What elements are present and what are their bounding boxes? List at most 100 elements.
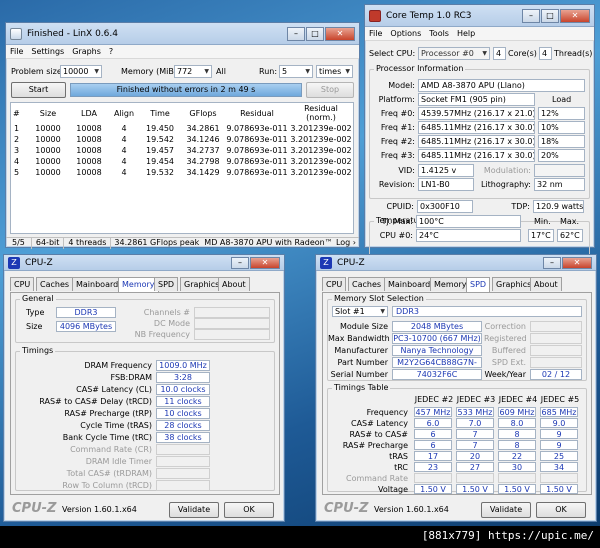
- tab-memory[interactable]: Memory: [118, 277, 159, 292]
- ok-button[interactable]: OK: [536, 502, 586, 518]
- menu-settings[interactable]: Settings: [31, 47, 64, 56]
- table-cell: 19.450: [146, 124, 174, 133]
- tab-memory[interactable]: Memory: [430, 277, 471, 291]
- minimize-button[interactable]: –: [231, 256, 249, 269]
- table-row[interactable]: 3 10000 10008 4 19.457 34.2737 9.078693e-011 3.…: [11, 145, 353, 156]
- problem-size-input[interactable]: 10000: [60, 65, 102, 78]
- problem-size-label: Problem size:: [11, 67, 65, 76]
- group-title: General: [20, 294, 56, 303]
- menu-graphs[interactable]: Graphs: [72, 47, 101, 56]
- jedec-row-label: CAS# Latency: [350, 419, 408, 428]
- close-button[interactable]: ✕: [325, 26, 355, 41]
- tab-cpu[interactable]: CPU: [10, 277, 35, 291]
- channels-label: Channels #: [143, 308, 190, 317]
- menu-tools[interactable]: Tools: [429, 29, 449, 38]
- select-cpu-dropdown[interactable]: Processor #0: [418, 47, 490, 60]
- col-header[interactable]: Residual: [225, 103, 289, 123]
- table-row[interactable]: 5 10000 10008 4 19.532 34.1429 9.078693e-011 3.…: [11, 167, 353, 178]
- table-cell: 1: [14, 124, 20, 133]
- table-cell: 10008: [76, 124, 102, 133]
- slot-select[interactable]: Slot #1: [332, 306, 388, 317]
- table-cell: 10000: [35, 124, 61, 133]
- table-cell: 3.201239e-002: [290, 146, 352, 155]
- log-toggle[interactable]: Log ›: [333, 238, 359, 249]
- registered-value: [530, 333, 582, 344]
- linx-titlebar[interactable]: Finished - LinX 0.6.4 – □ ✕: [6, 23, 359, 45]
- validate-button[interactable]: Validate: [169, 502, 219, 518]
- tab-graphics[interactable]: Graphics: [180, 277, 224, 291]
- menu-help[interactable]: Help: [457, 29, 475, 38]
- col-header[interactable]: #: [11, 103, 27, 123]
- start-button[interactable]: Start: [11, 82, 66, 98]
- run-unit-select[interactable]: times: [316, 65, 353, 78]
- jedec-value: 23: [414, 462, 452, 472]
- timing-label: CAS# Latency (CL): [76, 385, 152, 394]
- col-header[interactable]: Time: [139, 103, 181, 123]
- jedec-value: [540, 473, 578, 483]
- version-text: Version 1.60.1.x64: [374, 505, 449, 514]
- size-label: Size: [26, 322, 43, 331]
- minimize-button[interactable]: –: [287, 26, 305, 41]
- memory-input[interactable]: 772: [174, 65, 212, 78]
- menu-file[interactable]: File: [369, 29, 382, 38]
- col-header[interactable]: LDA: [69, 103, 109, 123]
- tab-spd[interactable]: SPD: [154, 277, 179, 291]
- timing-value: [156, 456, 210, 467]
- close-button[interactable]: ✕: [562, 256, 592, 269]
- type-value: DDR3: [56, 307, 116, 318]
- tab-cpu[interactable]: CPU: [322, 277, 347, 291]
- jedec-value: 9: [540, 440, 578, 450]
- tab-spd[interactable]: SPD: [466, 277, 491, 292]
- validate-button[interactable]: Validate: [481, 502, 531, 518]
- jedec-value: 20: [456, 451, 494, 461]
- tab-about[interactable]: About: [218, 277, 250, 291]
- tab-mainboard[interactable]: Mainboard: [384, 277, 435, 291]
- table-row[interactable]: 1 10000 10008 4 19.450 34.2861 9.078693e-011 3.…: [11, 123, 353, 134]
- maximize-button[interactable]: □: [306, 26, 324, 41]
- ok-button[interactable]: OK: [224, 502, 274, 518]
- load-header: Load: [552, 95, 572, 104]
- coretemp-titlebar[interactable]: Core Temp 1.0 RC3 – □ ✕: [365, 5, 594, 27]
- timing-value: 11 clocks: [156, 396, 210, 407]
- run-count-input[interactable]: 5: [279, 65, 313, 78]
- dcmode-value: [194, 318, 270, 329]
- col-header[interactable]: Residual (norm.): [289, 103, 353, 123]
- tab-graphics[interactable]: Graphics: [492, 277, 536, 291]
- channels-value: [194, 307, 270, 318]
- cpuz-titlebar[interactable]: Z CPU-Z – ✕: [316, 255, 596, 271]
- all-checkbox[interactable]: All: [216, 67, 226, 76]
- close-button[interactable]: ✕: [250, 256, 280, 269]
- tab-about[interactable]: About: [530, 277, 562, 291]
- col-header[interactable]: GFlops: [181, 103, 225, 123]
- stop-button[interactable]: Stop: [306, 82, 354, 98]
- minimize-button[interactable]: –: [543, 256, 561, 269]
- table-cell: 10000: [35, 157, 61, 166]
- menu-options[interactable]: Options: [390, 29, 421, 38]
- jedec-value: 6: [414, 429, 452, 439]
- cpuid-value: 0x300F10: [417, 200, 473, 213]
- col-header[interactable]: Align: [109, 103, 139, 123]
- tab-caches[interactable]: Caches: [348, 277, 386, 291]
- tab-mainboard[interactable]: Mainboard: [72, 277, 123, 291]
- col-header[interactable]: Size: [27, 103, 69, 123]
- close-button[interactable]: ✕: [560, 8, 590, 23]
- slot-type: DDR3: [392, 306, 582, 317]
- tab-caches[interactable]: Caches: [36, 277, 74, 291]
- jedec-value: [456, 473, 494, 483]
- table-cell: 9.078693e-011: [226, 146, 288, 155]
- lithography-label: Lithography:: [480, 180, 531, 189]
- menu-help[interactable]: ?: [109, 47, 113, 56]
- vid-label: VID:: [398, 166, 415, 175]
- part-number-label: Part Number: [337, 358, 388, 367]
- maximize-button[interactable]: □: [541, 8, 559, 23]
- tjmax-value: 100°C: [416, 215, 521, 228]
- table-row[interactable]: 4 10000 10008 4 19.454 34.2798 9.078693e-011 3.…: [11, 156, 353, 167]
- table-cell: 19.532: [146, 168, 174, 177]
- minimize-button[interactable]: –: [522, 8, 540, 23]
- tab-panel: General Type DDR3 Size 4096 MBytes Chann…: [10, 292, 280, 495]
- table-row[interactable]: 2 10000 10008 4 19.542 34.1246 9.078693e-011 3.…: [11, 134, 353, 145]
- jedec-value: 25: [540, 451, 578, 461]
- menu-file[interactable]: File: [10, 47, 23, 56]
- cpuz-titlebar[interactable]: Z CPU-Z – ✕: [4, 255, 284, 271]
- table-cell: 9.078693e-011: [226, 157, 288, 166]
